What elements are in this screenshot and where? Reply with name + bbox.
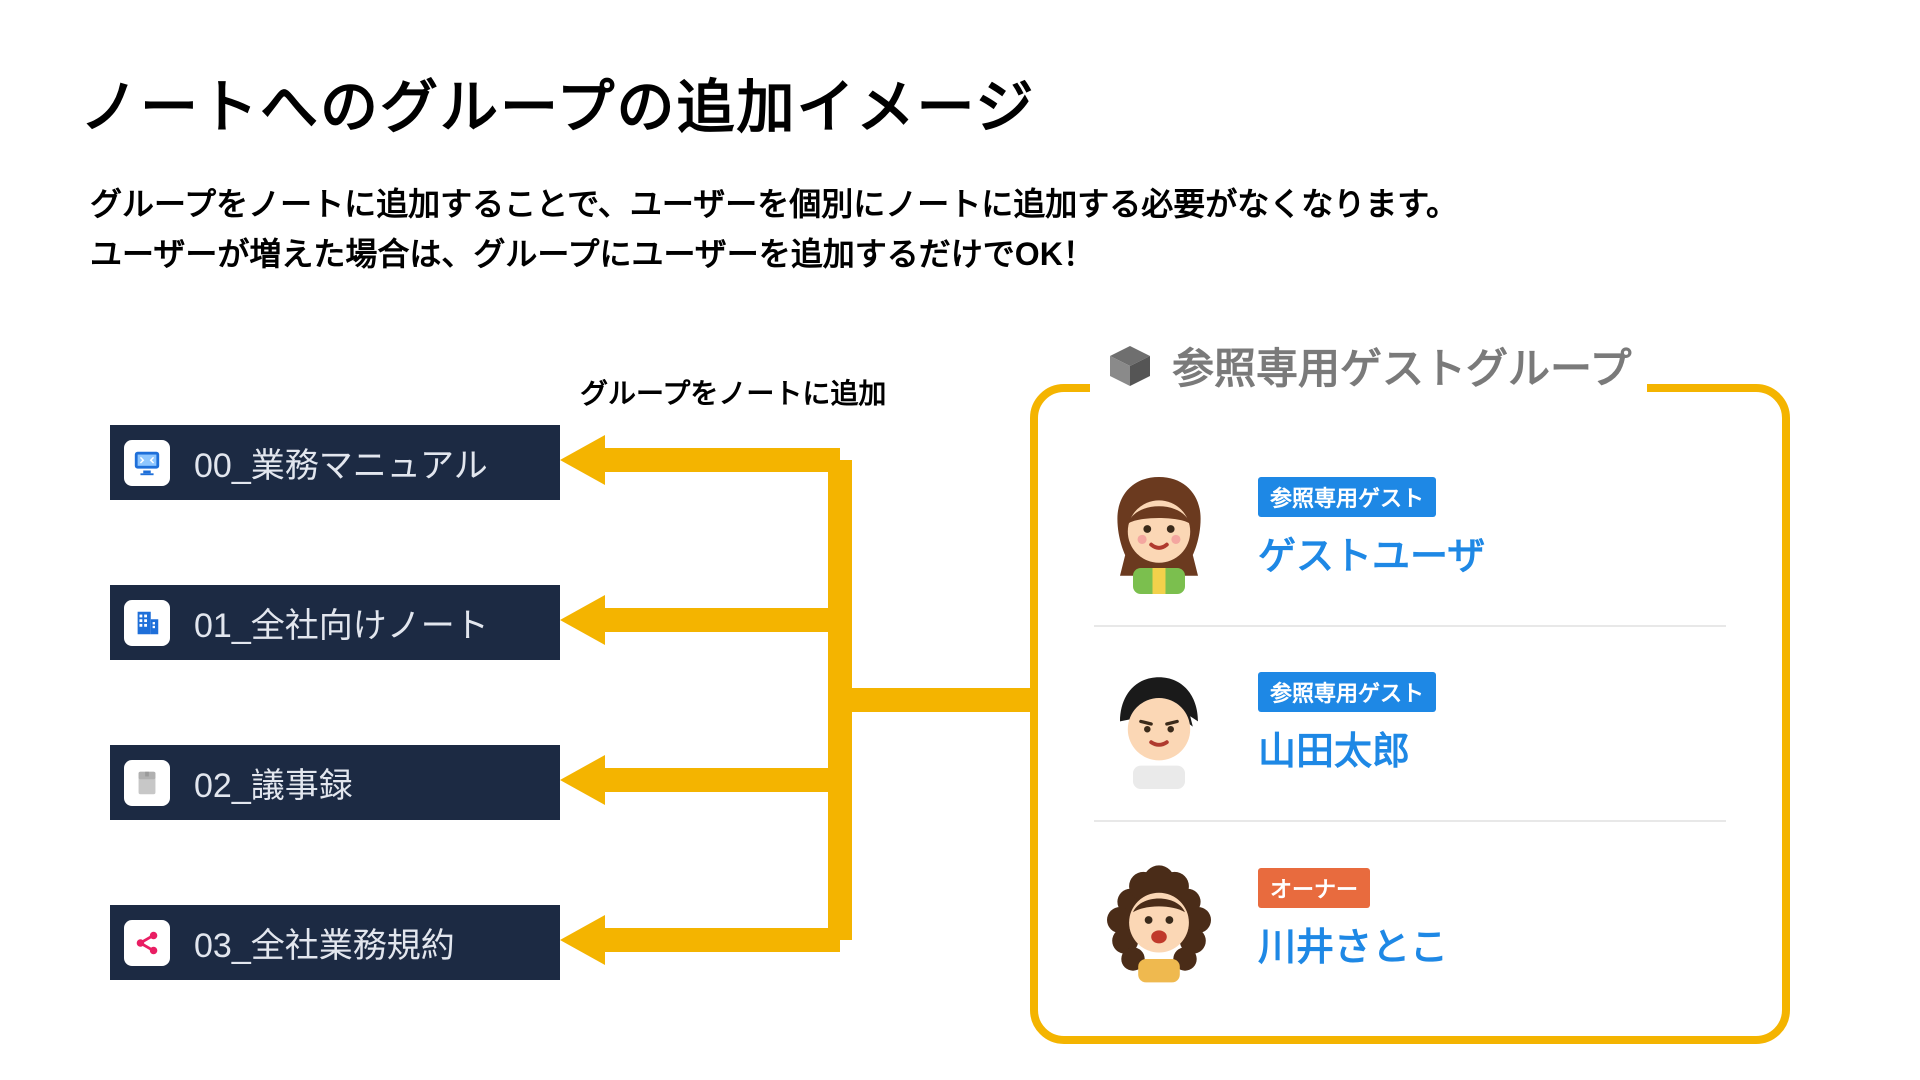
avatar [1094, 464, 1224, 594]
guest-group-panel: 参照専用ゲスト ゲストユーザ 参 [1030, 384, 1790, 1044]
member-name: 川井さとこ [1258, 916, 1448, 971]
group-title: 参照専用ゲストグループ [1090, 335, 1647, 396]
group-member-0: 参照専用ゲスト ゲストユーザ [1094, 432, 1726, 627]
group-member-1: 参照専用ゲスト 山田太郎 [1094, 627, 1726, 822]
share-icon [124, 920, 170, 966]
avatar [1094, 855, 1224, 985]
note-label: 00_業務マニュアル [194, 438, 488, 487]
distribution-arrows [560, 420, 1030, 980]
arrow-caption: グループをノートに追加 [580, 372, 886, 412]
group-title-text: 参照専用ゲストグループ [1172, 335, 1631, 396]
note-card-0: 00_業務マニュアル [110, 425, 560, 500]
description: グループをノートに追加することで、ユーザーを個別にノートに追加する必要がなくなり… [90, 180, 1458, 279]
note-label: 01_全社向けノート [194, 598, 489, 647]
note-card-2: 02_議事録 [110, 745, 560, 820]
page-title: ノートへのグループの追加イメージ [80, 60, 1035, 144]
member-name: ゲストユーザ [1258, 525, 1485, 580]
role-badge: 参照専用ゲスト [1258, 672, 1436, 712]
avatar [1094, 659, 1224, 789]
description-line-1: グループをノートに追加することで、ユーザーを個別にノートに追加する必要がなくなり… [90, 186, 1458, 222]
description-line-2: ユーザーが増えた場合は、グループにユーザーを追加するだけでOK！ [90, 236, 1095, 272]
building-icon [124, 600, 170, 646]
group-member-2: オーナー 川井さとこ [1094, 822, 1726, 1017]
member-name: 山田太郎 [1258, 720, 1436, 775]
note-label: 03_全社業務規約 [194, 918, 455, 967]
document-icon [124, 760, 170, 806]
role-badge: オーナー [1258, 868, 1370, 908]
monitor-icon [124, 440, 170, 486]
note-card-1: 01_全社向けノート [110, 585, 560, 660]
cube-icon [1106, 342, 1154, 390]
note-label: 02_議事録 [194, 758, 353, 807]
role-badge: 参照専用ゲスト [1258, 477, 1436, 517]
note-card-3: 03_全社業務規約 [110, 905, 560, 980]
